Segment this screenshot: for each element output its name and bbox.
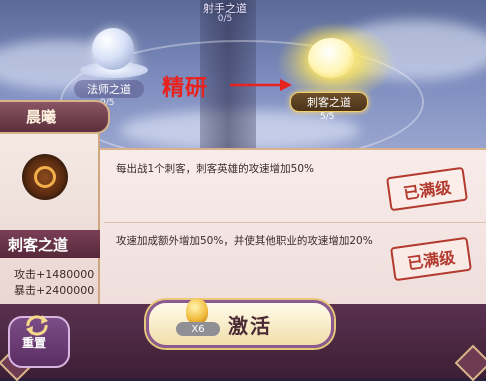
- arrow-right-icon: [230, 79, 292, 91]
- emblem-ring: [34, 166, 56, 188]
- stat-crit: 暴击+2400000: [14, 284, 95, 297]
- essence-gem-icon: [186, 298, 208, 324]
- reset-arrows-icon: [26, 315, 48, 336]
- path-count-marksman: 0/5: [217, 14, 233, 24]
- hero-name: 晨曦: [26, 108, 57, 126]
- assassin-path-orb[interactable]: [308, 38, 354, 78]
- effect-1-text: 每出战1个刺客，刺客英雄的攻速增加50%: [116, 163, 315, 175]
- mage-path-orb[interactable]: [92, 28, 134, 70]
- annotation-text: 精研: [162, 76, 209, 101]
- path-count-assassin: 5/5: [320, 112, 335, 122]
- path-title-mage[interactable]: 法师之道: [74, 80, 144, 98]
- assassin-emblem-icon: [22, 154, 68, 200]
- path-title-assassin[interactable]: 刺客之道: [290, 92, 368, 112]
- activate-label: 激活: [228, 314, 272, 338]
- reset-label: 重置: [22, 336, 47, 350]
- class-name: 刺客之道: [8, 236, 69, 254]
- effect-2-text: 攻速加成额外增加50%，并使其他职业的攻速增加20%: [116, 235, 373, 247]
- stat-attack: 攻击+1480000: [14, 268, 95, 281]
- divider: [104, 222, 486, 223]
- activate-cost: X6: [176, 322, 220, 336]
